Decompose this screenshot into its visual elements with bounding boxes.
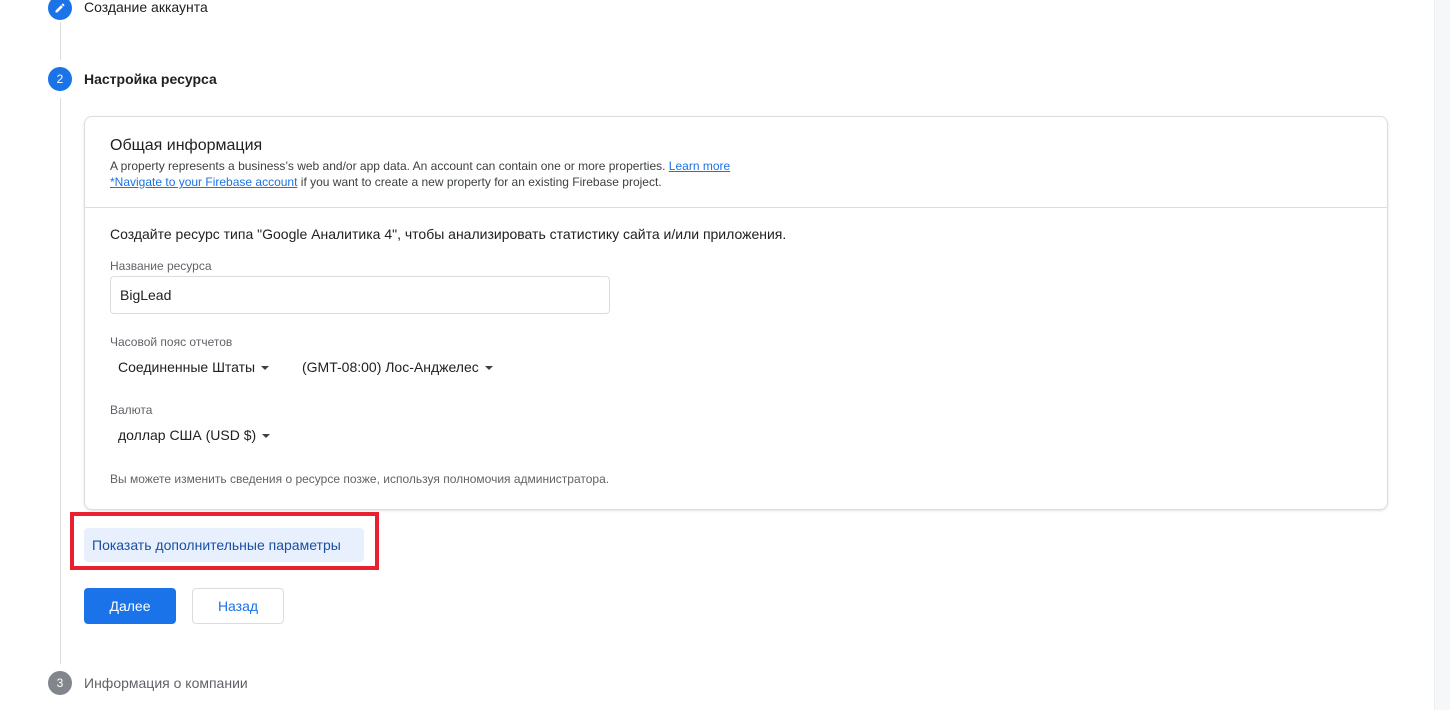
dropdown-arrow-icon <box>261 366 270 370</box>
card-intro-text: Создайте ресурс типа "Google Аналитика 4… <box>110 226 787 242</box>
highlight-annotation <box>70 512 379 570</box>
page: Создание аккаунта 2 Настройка ресурса Об… <box>0 0 1450 710</box>
step-1-label[interactable]: Создание аккаунта <box>84 0 208 15</box>
card-description: A property represents a business’s web a… <box>110 159 730 173</box>
next-button[interactable]: Далее <box>84 588 176 624</box>
timezone-select[interactable]: (GMT-08:00) Лос-Анджелес <box>302 359 493 375</box>
country-value: Соединенные Штаты <box>118 359 256 375</box>
step-3-label: Информация о компании <box>84 675 248 691</box>
property-name-input[interactable] <box>110 276 610 314</box>
step-1-indicator[interactable] <box>48 0 72 20</box>
admin-note: Вы можете изменить сведения о ресурсе по… <box>110 472 610 486</box>
scrollbar[interactable] <box>1434 0 1450 710</box>
timezone-value: (GMT-08:00) Лос-Анджелес <box>302 359 479 375</box>
card-title: Общая информация <box>110 137 263 154</box>
stepper-connector <box>60 98 61 664</box>
dropdown-arrow-icon <box>262 434 271 438</box>
card-header: Общая информация A property represents a… <box>85 117 1387 208</box>
description-text: A property represents a business’s web a… <box>110 159 666 173</box>
currency-select[interactable]: доллар США (USD $) <box>118 427 271 443</box>
firebase-account-link[interactable]: *Navigate to your Firebase account <box>110 175 297 189</box>
dropdown-arrow-icon <box>484 366 493 370</box>
timezone-label: Часовой пояс отчетов <box>110 335 233 349</box>
back-button[interactable]: Назад <box>192 588 284 624</box>
property-setup-card: Общая информация A property represents a… <box>84 116 1388 510</box>
step-2-indicator: 2 <box>48 67 72 91</box>
currency-label: Валюта <box>110 403 153 417</box>
stepper-connector <box>60 22 61 60</box>
step-3-indicator: 3 <box>48 671 72 695</box>
firebase-description: *Navigate to your Firebase account if yo… <box>110 175 662 189</box>
firebase-description-text: if you want to create a new property for… <box>297 175 662 189</box>
property-name-label: Название ресурса <box>110 259 212 273</box>
pencil-icon <box>55 3 65 13</box>
country-select[interactable]: Соединенные Штаты <box>118 359 270 375</box>
step-2-label: Настройка ресурса <box>84 71 217 87</box>
learn-more-link[interactable]: Learn more <box>669 159 730 173</box>
currency-value: доллар США (USD $) <box>118 427 257 443</box>
